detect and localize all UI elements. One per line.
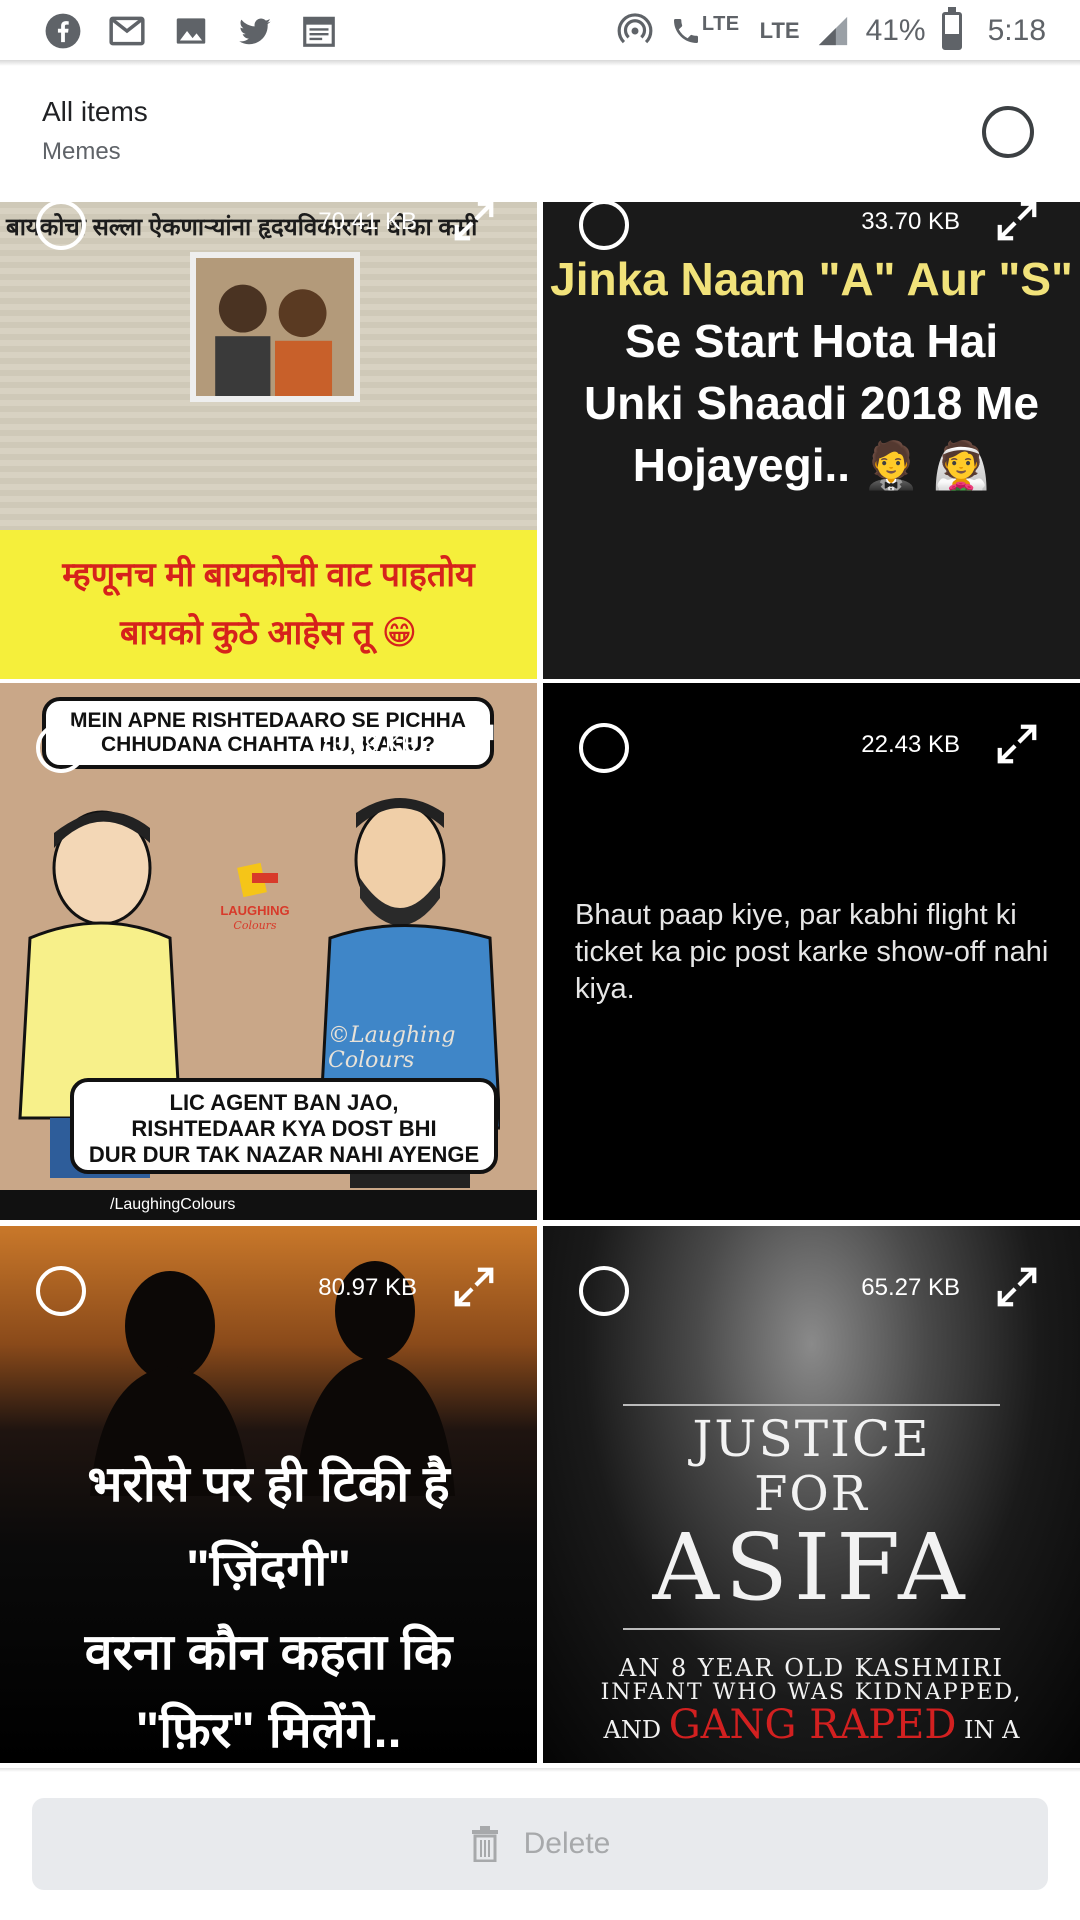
meme-text: "ज़िंदगी"	[185, 1540, 352, 1596]
select-checkbox[interactable]	[579, 1266, 629, 1316]
select-all-checkbox[interactable]	[982, 106, 1034, 158]
expand-icon[interactable]	[451, 721, 497, 767]
file-size: 22.43 KB	[861, 731, 960, 758]
bubble-text: RISHTEDAAR KYA DOST BHI	[131, 1116, 437, 1141]
selection-header: All items Memes	[0, 66, 1080, 202]
meme-text: भरोसे पर ही टिकी है	[87, 1456, 450, 1512]
file-size: 65.27 KB	[861, 1274, 960, 1301]
file-size: 33.70 KB	[861, 208, 960, 235]
expand-icon[interactable]	[994, 721, 1040, 767]
caption-line: म्हणूनच मी बायकोची वाट पाहतोय	[62, 556, 475, 594]
caption-line: बायको कुठे आहेस तू 😁	[119, 614, 418, 652]
grid-item[interactable]: JUSTICE FOR ASIFA AN 8 YEAR OLD KASHMIRI…	[543, 1226, 1080, 1763]
expand-icon[interactable]	[994, 202, 1040, 244]
battery-percent: 41%	[865, 14, 926, 47]
trash-icon	[471, 1826, 498, 1862]
expand-icon[interactable]	[451, 1264, 497, 1310]
select-checkbox[interactable]	[579, 723, 629, 773]
caption-banner: म्हणूनच मी बायकोची वाट पाहतोय बायको कुठे…	[0, 530, 537, 679]
poster-text: ASIFA	[652, 1514, 971, 1621]
meme-text: Jinka Naam "A" Aur "S"	[550, 253, 1073, 305]
grid-item[interactable]: भरोसे पर ही टिकी है "ज़िंदगी" वरना कौन क…	[0, 1226, 537, 1763]
poster-subtext: AND GANG RAPED IN A	[543, 1702, 1080, 1748]
status-bar: LTE LTE 41% 5:18	[0, 0, 1080, 62]
battery-icon	[941, 7, 962, 50]
gmail-icon	[108, 12, 146, 50]
svg-text:LAUGHING: LAUGHING	[220, 903, 289, 918]
delete-button[interactable]: Delete	[32, 1798, 1048, 1890]
grid-item[interactable]: Bhaut paap kiye, par kabhi flight ki tic…	[543, 683, 1080, 1220]
meme-text: "फ़िर" मिलेंगे..	[135, 1702, 402, 1758]
social-footer: /LaughingColours	[0, 1190, 537, 1220]
poster-text: JUSTICE	[692, 1410, 931, 1468]
clock: 5:18	[987, 14, 1046, 47]
divider	[0, 1768, 1080, 1772]
phone-icon	[670, 13, 702, 49]
poster-subtext-part: IN A	[956, 1716, 1020, 1744]
bubble-text: CHHUDANA CHAHTA HU, KARU?	[100, 733, 436, 756]
meme-text: वरना कौन कहता कि	[84, 1624, 453, 1680]
poster-subtext: AN 8 YEAR OLD KASHMIRI	[618, 1654, 1004, 1682]
speech-bubble: LIC AGENT BAN JAO, RISHTEDAAR KYA DOST B…	[70, 1078, 498, 1174]
file-size: 73.89 KB	[318, 731, 417, 758]
items-grid: बायकोचा सल्ला ऐकणाऱ्यांना हृदयविकाराचा ध…	[0, 202, 1080, 1768]
divider	[623, 1404, 1000, 1406]
select-checkbox[interactable]	[36, 1266, 86, 1316]
expand-icon[interactable]	[451, 202, 497, 244]
couple-photo	[190, 252, 360, 402]
delete-label: Delete	[523, 1827, 611, 1860]
svg-text:Colours: Colours	[233, 919, 277, 932]
lte-call-indicator: LTE	[670, 13, 740, 49]
select-checkbox[interactable]	[36, 202, 86, 250]
meme-text: Unki Shaadi 2018 Me	[583, 377, 1040, 429]
bubble-text: MEIN APNE RISHTEDAARO SE PICHHA	[70, 709, 466, 732]
twitter-icon	[236, 12, 274, 50]
watermark: ©Laughing Colours	[328, 1023, 456, 1073]
bubble-text: DUR DUR TAK NAZAR NAHI AYENGE	[88, 1142, 480, 1167]
lte-call-label: LTE	[701, 13, 740, 35]
facebook-icon	[44, 12, 82, 50]
divider	[623, 1628, 1000, 1630]
hotspot-icon	[616, 12, 654, 50]
select-checkbox[interactable]	[36, 723, 86, 773]
expand-icon[interactable]	[994, 1264, 1040, 1310]
speech-bubble: MEIN APNE RISHTEDAARO SE PICHHA CHHUDANA…	[42, 697, 494, 769]
bubble-text: LIC AGENT BAN JAO,	[169, 1090, 399, 1115]
grid-item[interactable]: बायकोचा सल्ला ऐकणाऱ्यांना हृदयविकाराचा ध…	[0, 202, 537, 679]
laughing-colours-logo: LAUGHING Colours	[220, 863, 290, 932]
bottom-action-bar: Delete	[0, 1768, 1080, 1920]
folder-name: Memes	[42, 138, 121, 165]
select-checkbox[interactable]	[579, 202, 629, 250]
calendar-icon	[300, 12, 338, 50]
grid-item[interactable]: Jinka Naam "A" Aur "S" Se Start Hota Hai…	[543, 202, 1080, 679]
poster-subtext-part: AND	[603, 1716, 669, 1744]
page-title: All items	[42, 96, 148, 127]
file-size: 80.97 KB	[318, 1274, 417, 1301]
file-size: 70.41 KB	[318, 208, 417, 235]
poster-highlight: GANG RAPED	[668, 1702, 957, 1748]
photos-icon	[172, 12, 210, 50]
meme-text: Hojayegi.. 🤵 👰	[632, 439, 991, 491]
signal-icon	[816, 14, 850, 48]
grid-item[interactable]: MEIN APNE RISHTEDAARO SE PICHHA CHHUDANA…	[0, 683, 537, 1220]
meme-text: Se Start Hota Hai	[624, 315, 999, 367]
meme-text: Bhaut paap kiye, par kabhi flight ki tic…	[575, 899, 1049, 1005]
network-type-label: LTE	[759, 18, 800, 43]
